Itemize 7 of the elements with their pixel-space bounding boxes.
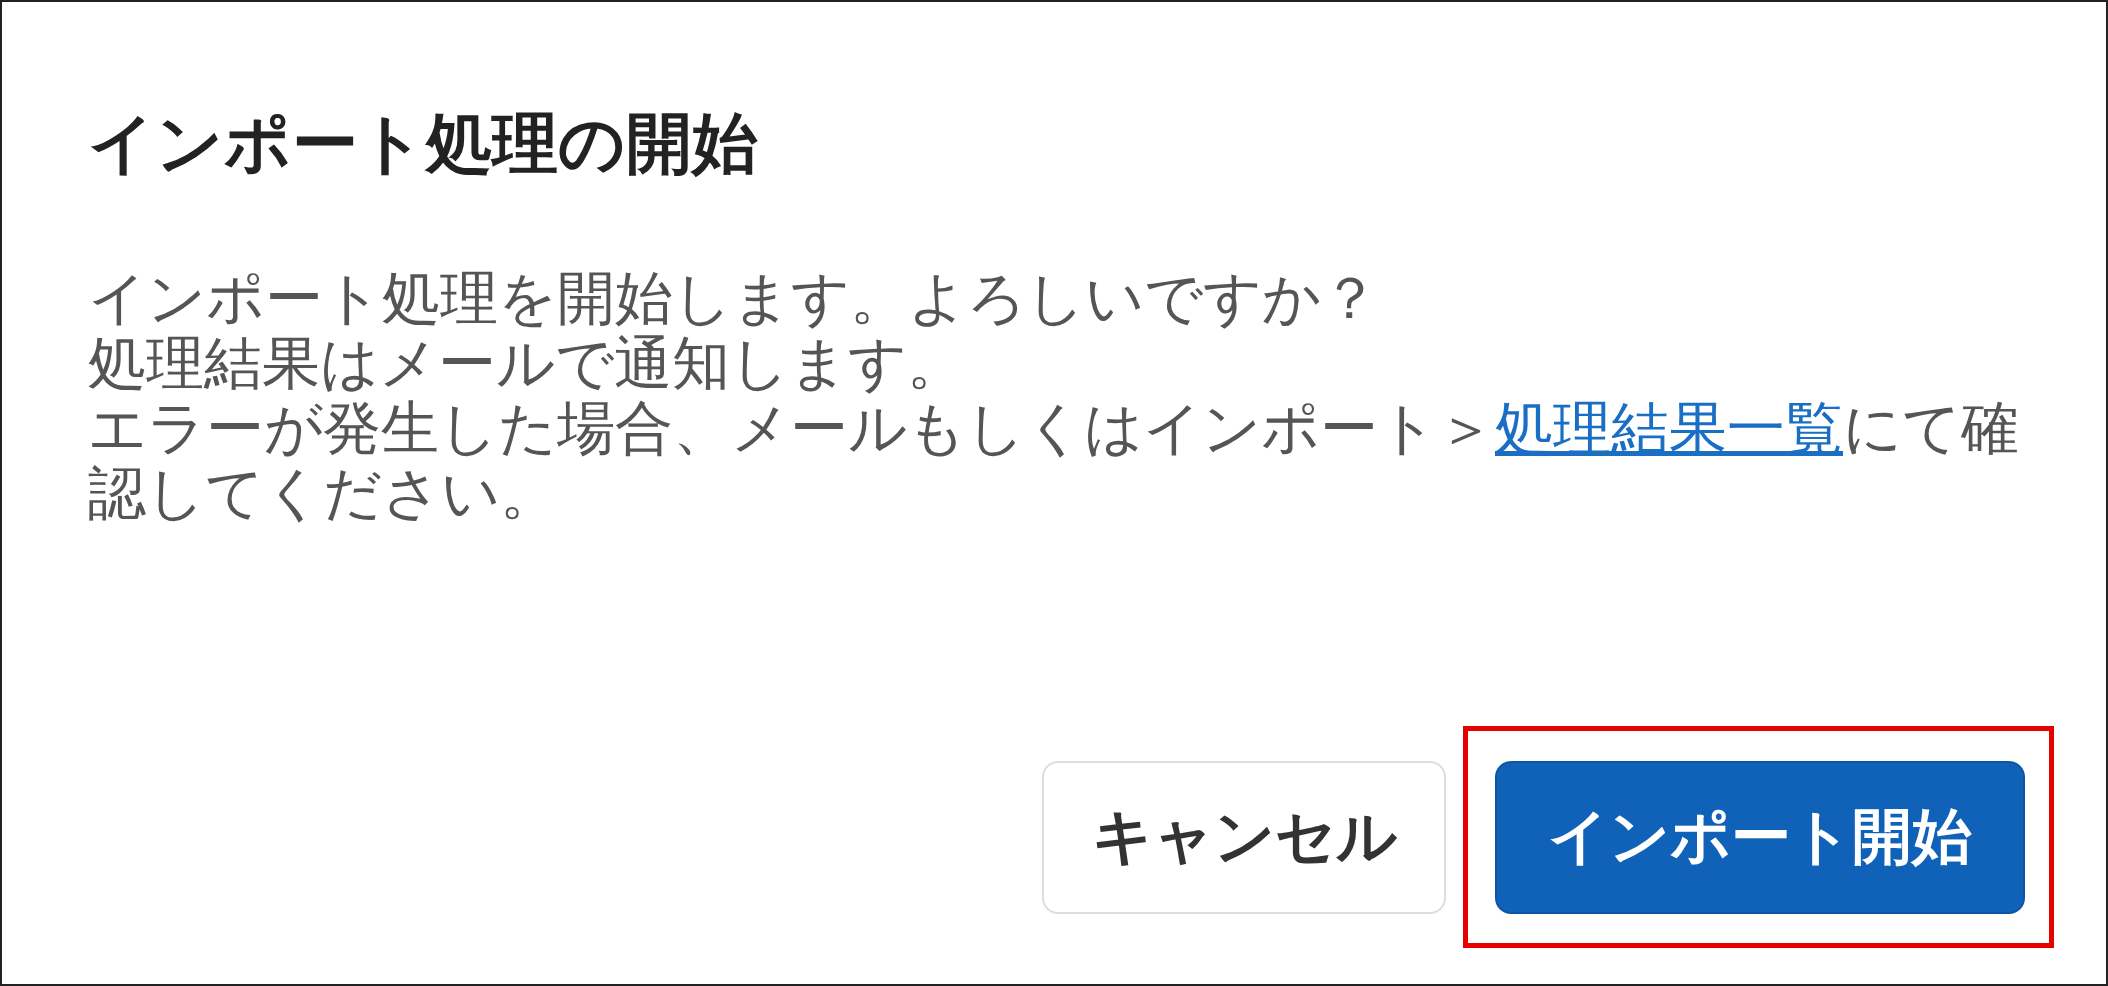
result-list-link[interactable]: 処理結果一覧 xyxy=(1495,394,1843,462)
dialog-title: インポート処理の開始 xyxy=(88,104,759,184)
message-text: エラーが発生した場合、メールもしくはインポート＞処理結果一覧にて確認してください。 xyxy=(88,396,2020,526)
start-import-button[interactable]: インポート開始 xyxy=(1495,761,2025,914)
message-text: 処理結果はメールで通知します。 xyxy=(88,331,966,396)
cancel-button[interactable]: キャンセル xyxy=(1042,760,1446,914)
message-text: インポート処理を開始します。よろしいですか？ xyxy=(88,266,1380,331)
